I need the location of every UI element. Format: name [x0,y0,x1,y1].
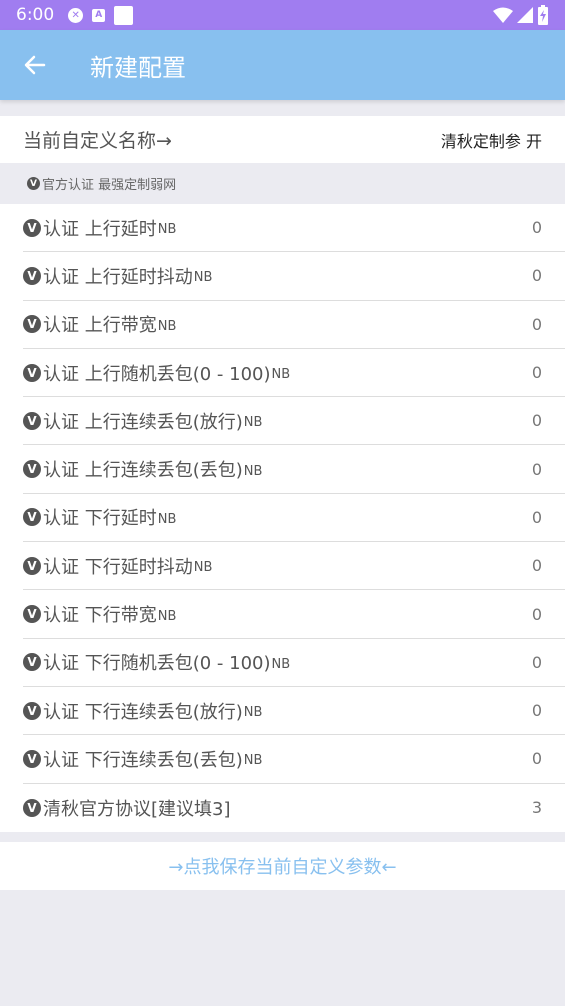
param-row[interactable]: V 认证 上行带宽 NB 0 [23,301,565,349]
config-name-value: 清秋定制参 开 [440,131,542,151]
verified-badge-icon: V [23,653,41,672]
param-row[interactable]: V 认证 下行延时抖动 NB 0 [23,542,565,591]
param-label: 清秋官方协议[建议填3] [43,798,231,820]
param-label: 认证 下行延时抖动 [43,556,193,578]
param-label-group: V 认证 下行随机丢包(0 - 100) NB [23,649,290,675]
verified-badge-icon: V [23,315,41,334]
verified-badge-icon: V [23,798,41,817]
param-label: 认证 下行连续丢包(放行) [43,701,243,723]
shield-notification-icon: ✕ [68,7,84,23]
param-label: 认证 上行带宽 [43,315,157,337]
param-label-group: V 认证 上行连续丢包(丢包) NB [23,456,262,482]
signal-icon [517,7,533,23]
param-value: 0 [531,218,542,238]
param-label-group: V 认证 上行带宽 NB [23,311,176,337]
status-right-icons [493,5,549,25]
page-title: 新建配置 [90,53,186,82]
param-label-group: V 认证 下行延时 NB [23,504,176,530]
param-label: 认证 上行延时 [43,218,157,240]
param-label-group: V 认证 下行带宽 NB [23,601,176,627]
param-unit: NB [271,367,291,383]
a-notification-icon: A [92,8,106,22]
verified-badge-icon: V [23,556,41,575]
section-title: 官方认证 最强定制弱网 [42,178,177,193]
param-row[interactable]: V 清秋官方协议[建议填3] 3 [23,784,565,832]
param-value: 0 [531,363,542,383]
verified-badge-icon: V [23,508,41,527]
param-unit: NB [157,222,177,238]
verified-badge-icon: V [23,266,41,285]
param-label-group: V 认证 下行连续丢包(丢包) NB [23,746,262,772]
param-label: 认证 下行带宽 [43,605,157,627]
param-value: 3 [531,798,542,818]
param-label: 认证 下行延时 [43,508,157,530]
param-unit: NB [193,270,213,286]
param-value: 0 [531,749,542,769]
section-header: V 官方认证 最强定制弱网 [0,163,565,204]
param-value: 0 [531,266,542,286]
verified-badge-icon: V [27,177,40,190]
verified-badge-icon: V [23,363,41,382]
param-value: 0 [531,701,542,721]
param-unit: NB [243,753,263,769]
param-label: 认证 上行连续丢包(放行) [43,411,243,433]
param-row[interactable]: V 认证 下行连续丢包(放行) NB 0 [23,687,565,736]
param-label: 认证 下行随机丢包(0 - 100) [43,653,271,675]
blank-notification-icon [114,5,134,25]
verified-badge-icon: V [23,411,41,430]
param-row[interactable]: V 认证 上行随机丢包(0 - 100) NB 0 [23,349,565,398]
verified-badge-icon: V [23,749,41,768]
param-value: 0 [531,459,542,479]
param-label-group: V 认证 上行连续丢包(放行) NB [23,408,262,434]
param-list: V 认证 上行延时 NB 0 V 认证 上行延时抖动 NB 0 V 认证 上行带宽 NB 0 V 认证 上… [0,204,565,832]
config-name-row[interactable]: 当前自定义名称→ 清秋定制参 开 [0,116,565,163]
param-row[interactable]: V 认证 上行连续丢包(放行) NB 0 [23,397,565,446]
param-row[interactable]: V 认证 下行带宽 NB 0 [23,590,565,639]
param-unit: NB [157,511,177,527]
param-value: 0 [531,507,542,527]
verified-badge-icon: V [23,460,41,479]
param-label-group: V 清秋官方协议[建议填3] [23,795,232,821]
param-unit: NB [193,560,213,576]
param-label: 认证 上行随机丢包(0 - 100) [43,363,271,385]
param-label: 认证 下行连续丢包(丢包) [43,749,243,771]
param-unit: NB [243,463,263,479]
param-unit: NB [157,608,177,624]
param-value: 0 [531,556,542,576]
param-row[interactable]: V 认证 下行连续丢包(丢包) NB 0 [23,735,565,784]
param-label: 认证 上行延时抖动 [43,266,193,288]
param-row[interactable]: V 认证 下行延时 NB 0 [23,494,565,543]
back-button[interactable] [0,30,70,100]
app-bar: 新建配置 [0,30,565,100]
param-label-group: V 认证 下行延时抖动 NB [23,553,212,579]
param-value: 0 [531,652,542,672]
status-bar: 6:00 ✕ A [0,0,565,30]
status-time: 6:00 [16,5,55,25]
param-unit: NB [243,705,263,721]
verified-badge-icon: V [23,218,41,237]
param-unit: NB [157,318,177,334]
verified-badge-icon: V [23,701,41,720]
param-row[interactable]: V 认证 上行延时抖动 NB 0 [23,252,565,301]
param-label-group: V 认证 下行连续丢包(放行) NB [23,698,262,724]
param-row[interactable]: V 认证 上行连续丢包(丢包) NB 0 [23,445,565,494]
param-row[interactable]: V 认证 下行随机丢包(0 - 100) NB 0 [23,639,565,687]
wifi-icon [493,7,513,23]
param-label-group: V 认证 上行延时抖动 NB [23,263,212,289]
save-button[interactable]: →点我保存当前自定义参数← [0,842,565,890]
arrow-left-icon [24,55,46,75]
param-value: 0 [531,411,542,431]
param-label-group: V 认证 上行延时 NB [23,215,176,241]
param-value: 0 [531,314,542,334]
param-label-group: V 认证 上行随机丢包(0 - 100) NB [23,360,290,386]
param-label: 认证 上行连续丢包(丢包) [43,460,243,482]
param-unit: NB [243,415,263,431]
config-name-label: 当前自定义名称→ [23,130,172,152]
param-unit: NB [271,656,291,672]
verified-badge-icon: V [23,605,41,624]
param-value: 0 [531,604,542,624]
param-row[interactable]: V 认证 上行延时 NB 0 [23,204,565,253]
battery-icon [538,5,548,25]
